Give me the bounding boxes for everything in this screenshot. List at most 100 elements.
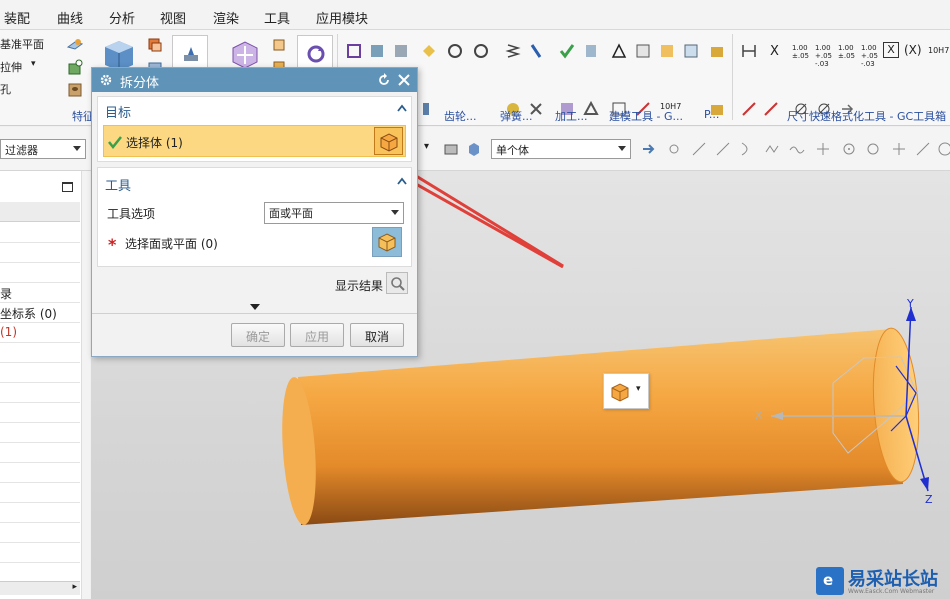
scroll-right-icon[interactable]: ▸ bbox=[72, 582, 77, 592]
gear-tool-2-icon[interactable] bbox=[472, 42, 490, 60]
list-item-history[interactable]: 录 bbox=[0, 283, 80, 303]
dim-format-3-icon[interactable]: 1.00 ±.05 bbox=[838, 44, 855, 60]
list-item[interactable] bbox=[0, 383, 80, 403]
list-item[interactable] bbox=[0, 443, 80, 463]
select-body-row[interactable]: 选择体 (1) bbox=[103, 125, 406, 157]
filter-dropdown-arrow-icon[interactable]: ▾ bbox=[424, 141, 429, 152]
list-item[interactable] bbox=[0, 503, 80, 523]
mirror-icon[interactable] bbox=[392, 42, 410, 60]
datum-plane-icon[interactable] bbox=[66, 36, 84, 54]
hole-command[interactable]: 孔 bbox=[0, 81, 11, 97]
x-symbol-icon[interactable]: X bbox=[770, 44, 779, 59]
menu-render[interactable]: 渲染 bbox=[213, 8, 239, 27]
grid-tool-icon[interactable] bbox=[682, 42, 700, 60]
cancel-button[interactable]: 取消 bbox=[350, 323, 404, 347]
tolerance-10h7-icon[interactable]: 10H7 bbox=[928, 46, 949, 55]
dimension-tool-3-icon[interactable] bbox=[762, 100, 780, 118]
spring-2-icon[interactable] bbox=[527, 42, 545, 60]
show-result-button[interactable] bbox=[386, 272, 408, 294]
vertical-scrollbar[interactable] bbox=[81, 171, 90, 599]
close-icon[interactable] bbox=[397, 73, 411, 87]
chevron-up-icon[interactable] bbox=[397, 177, 407, 185]
list-item[interactable] bbox=[0, 363, 80, 383]
list-item[interactable] bbox=[0, 483, 80, 503]
extrude-dropdown-icon[interactable]: ▾ bbox=[31, 59, 36, 69]
snap-curve-icon[interactable] bbox=[738, 140, 756, 158]
menu-assembly[interactable]: 装配 bbox=[4, 8, 30, 27]
horizontal-scrollbar[interactable]: ▸ bbox=[0, 581, 80, 595]
apply-button[interactable]: 应用 bbox=[290, 323, 344, 347]
select-body-button[interactable] bbox=[374, 127, 403, 155]
group-label-machining[interactable]: 加工... bbox=[555, 108, 588, 124]
snap-points-icon[interactable] bbox=[665, 140, 683, 158]
spring-icon[interactable] bbox=[504, 42, 522, 60]
machining-icon[interactable] bbox=[582, 42, 600, 60]
snap-on-curve-icon[interactable] bbox=[914, 140, 932, 158]
dimension-tool-icon[interactable] bbox=[740, 42, 758, 60]
group-label-modeling-tools[interactable]: 建模工具 - G... bbox=[609, 108, 683, 124]
dimension-tool-2-icon[interactable] bbox=[740, 100, 758, 118]
gold-tool-icon[interactable] bbox=[708, 42, 726, 60]
pattern-icon[interactable] bbox=[368, 42, 386, 60]
menu-tools[interactable]: 工具 bbox=[264, 8, 290, 27]
boxed-x-symbol-icon[interactable]: X bbox=[883, 42, 899, 58]
dim-format-2-icon[interactable]: 1.00 +.05 -.03 bbox=[815, 44, 832, 68]
table-tool-icon[interactable] bbox=[634, 42, 652, 60]
snap-perpendicular-icon[interactable] bbox=[814, 140, 832, 158]
tool-section-header[interactable]: 工具 bbox=[98, 171, 411, 195]
snap-arrow-icon[interactable] bbox=[640, 140, 658, 158]
gear-icon[interactable] bbox=[99, 73, 113, 87]
list-item-coordinate-system[interactable]: 坐标系 (0) bbox=[0, 303, 80, 323]
offset-face-icon[interactable] bbox=[270, 36, 288, 54]
dim-format-4-icon[interactable]: 1.00 +.05 -.03 bbox=[861, 44, 878, 68]
tool-option-dropdown[interactable]: 面或平面 bbox=[264, 202, 404, 224]
target-section-header[interactable]: 目标 bbox=[98, 98, 411, 122]
ok-button[interactable]: 确定 bbox=[231, 323, 285, 347]
draft-icon[interactable] bbox=[420, 100, 438, 118]
menu-analysis[interactable]: 分析 bbox=[109, 8, 135, 27]
snap-quadrant-icon[interactable] bbox=[864, 140, 882, 158]
list-item[interactable] bbox=[0, 343, 80, 363]
list-item-body[interactable]: (1) bbox=[0, 323, 80, 343]
group-label-dimension-format-tools[interactable]: 尺寸快速格式化工具 - GC工具箱 bbox=[787, 108, 946, 124]
unite-icon[interactable] bbox=[146, 36, 164, 54]
list-item[interactable] bbox=[0, 223, 80, 243]
group-label-gear[interactable]: 齿轮... bbox=[444, 108, 477, 124]
datum-plane-command[interactable]: 基准平面 bbox=[0, 36, 44, 52]
list-item[interactable] bbox=[0, 463, 80, 483]
chevron-up-icon[interactable] bbox=[397, 104, 407, 112]
sync-button[interactable] bbox=[297, 35, 333, 71]
selection-scope-dropdown[interactable]: 单个体 bbox=[491, 139, 631, 159]
list-item[interactable] bbox=[0, 423, 80, 443]
dialog-title-bar[interactable]: 拆分体 bbox=[92, 68, 417, 92]
menu-view[interactable]: 视图 bbox=[160, 8, 186, 27]
list-item[interactable] bbox=[0, 263, 80, 283]
snap-wave-icon[interactable] bbox=[788, 140, 806, 158]
list-item[interactable] bbox=[0, 403, 80, 423]
snap-mid-icon[interactable] bbox=[714, 140, 732, 158]
snap-center-icon[interactable] bbox=[840, 140, 858, 158]
select-face-button[interactable] bbox=[372, 227, 402, 257]
menu-applications[interactable]: 应用模块 bbox=[316, 8, 368, 27]
list-item[interactable] bbox=[0, 243, 80, 263]
associative-copy-icon[interactable] bbox=[345, 42, 363, 60]
snap-existing-point-icon[interactable] bbox=[890, 140, 908, 158]
extrude-icon[interactable] bbox=[66, 58, 84, 76]
snap-end-icon[interactable] bbox=[690, 140, 708, 158]
machining-check-icon[interactable] bbox=[558, 42, 576, 60]
select-all-icon[interactable] bbox=[442, 140, 460, 158]
list-item[interactable] bbox=[0, 523, 80, 543]
body-filter-icon[interactable] bbox=[465, 140, 483, 158]
group-label-p[interactable]: P... bbox=[704, 108, 719, 121]
shell-button[interactable] bbox=[172, 35, 208, 71]
expand-more-icon[interactable] bbox=[249, 303, 261, 311]
chamfer-icon[interactable] bbox=[420, 42, 438, 60]
quick-pick-button[interactable]: ▾ bbox=[603, 373, 649, 409]
menu-curve[interactable]: 曲线 bbox=[57, 8, 83, 27]
triangle-tool-icon[interactable] bbox=[610, 42, 628, 60]
extrude-command[interactable]: 拉伸 bbox=[0, 59, 22, 75]
snap-on-face-icon[interactable] bbox=[936, 140, 950, 158]
dim-format-1-icon[interactable]: 1.00 ±.05 bbox=[792, 44, 809, 60]
gear-tool-icon[interactable] bbox=[446, 42, 464, 60]
select-face-label[interactable]: 选择面或平面 (0) bbox=[125, 235, 218, 252]
